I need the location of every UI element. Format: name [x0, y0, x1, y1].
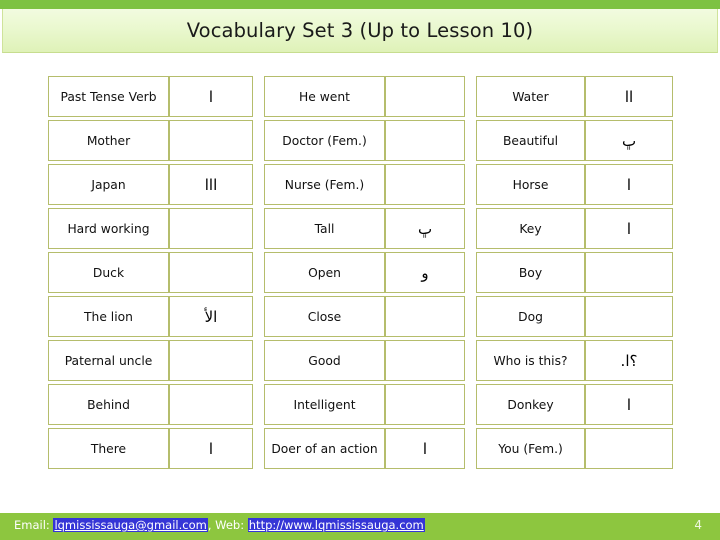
arabic-cell[interactable]: ا — [169, 428, 253, 469]
english-cell[interactable]: Mother — [48, 120, 169, 161]
column-gap — [465, 340, 476, 381]
column-gap — [253, 164, 264, 205]
english-cell[interactable]: Duck — [48, 252, 169, 293]
arabic-cell[interactable] — [169, 384, 253, 425]
table-row: Mother Doctor (Fem.) Beautiful ڀ — [48, 120, 673, 161]
table-row: Japan ااا Nurse (Fem.) Horse ا — [48, 164, 673, 205]
english-cell[interactable]: Doctor (Fem.) — [264, 120, 385, 161]
banner-top-strip — [0, 0, 720, 9]
arabic-cell[interactable] — [385, 76, 465, 117]
page-title: Vocabulary Set 3 (Up to Lesson 10) — [186, 19, 534, 42]
arabic-cell[interactable]: ااا — [169, 164, 253, 205]
column-gap — [465, 76, 476, 117]
arabic-cell[interactable]: الأ — [169, 296, 253, 337]
arabic-cell[interactable] — [385, 120, 465, 161]
arabic-cell[interactable] — [169, 208, 253, 249]
arabic-cell[interactable] — [585, 252, 673, 293]
english-cell[interactable]: He went — [264, 76, 385, 117]
table-row: Behind Intelligent Donkey ا — [48, 384, 673, 425]
arabic-cell[interactable]: ؟ا. — [585, 340, 673, 381]
english-cell[interactable]: Dog — [476, 296, 585, 337]
column-gap — [465, 296, 476, 337]
table-row: Paternal uncle Good Who is this? ؟ا. — [48, 340, 673, 381]
arabic-cell[interactable] — [385, 164, 465, 205]
title-band: Vocabulary Set 3 (Up to Lesson 10) — [2, 9, 718, 53]
column-gap — [465, 164, 476, 205]
english-cell[interactable]: Who is this? — [476, 340, 585, 381]
column-gap — [253, 296, 264, 337]
column-gap — [465, 120, 476, 161]
english-cell[interactable]: Tall — [264, 208, 385, 249]
english-cell[interactable]: Paternal uncle — [48, 340, 169, 381]
english-cell[interactable]: Key — [476, 208, 585, 249]
arabic-cell[interactable]: ڀ — [585, 120, 673, 161]
arabic-cell[interactable]: ا — [385, 428, 465, 469]
english-cell[interactable]: Close — [264, 296, 385, 337]
english-cell[interactable]: Water — [476, 76, 585, 117]
arabic-cell[interactable]: ا — [585, 164, 673, 205]
english-cell[interactable]: There — [48, 428, 169, 469]
arabic-cell[interactable]: اا — [585, 76, 673, 117]
table-row: Hard working Tall ڀ Key ا — [48, 208, 673, 249]
column-gap — [253, 252, 264, 293]
footer-separator: , — [207, 518, 212, 532]
english-cell[interactable]: Nurse (Fem.) — [264, 164, 385, 205]
column-gap — [253, 428, 264, 469]
english-cell[interactable]: Intelligent — [264, 384, 385, 425]
web-label: Web: — [215, 518, 245, 532]
vocab-grid: Past Tense Verb ا He went Water اا Mothe… — [48, 73, 673, 472]
english-cell[interactable]: Open — [264, 252, 385, 293]
arabic-cell[interactable] — [169, 120, 253, 161]
english-cell[interactable]: Horse — [476, 164, 585, 205]
table-row: Past Tense Verb ا He went Water اا — [48, 76, 673, 117]
vocab-body: Past Tense Verb ا He went Water اا Mothe… — [48, 76, 673, 469]
arabic-cell[interactable]: ا — [585, 384, 673, 425]
english-cell[interactable]: Beautiful — [476, 120, 585, 161]
column-gap — [465, 252, 476, 293]
arabic-cell[interactable] — [385, 296, 465, 337]
arabic-cell[interactable] — [585, 296, 673, 337]
page-number: 4 — [694, 518, 702, 532]
email-link[interactable]: lqmississauga@gmail.com — [53, 518, 208, 532]
table-row: There ا Doer of an action ا You (Fem.) — [48, 428, 673, 469]
arabic-cell[interactable]: ا — [169, 76, 253, 117]
table-row: Duck Open و Boy — [48, 252, 673, 293]
english-cell[interactable]: The lion — [48, 296, 169, 337]
arabic-cell[interactable] — [385, 384, 465, 425]
english-cell[interactable]: Donkey — [476, 384, 585, 425]
column-gap — [253, 120, 264, 161]
arabic-cell[interactable]: و — [385, 252, 465, 293]
vocabulary-table: Past Tense Verb ا He went Water اا Mothe… — [48, 73, 673, 472]
arabic-cell[interactable] — [169, 340, 253, 381]
arabic-cell[interactable] — [585, 428, 673, 469]
english-cell[interactable]: Good — [264, 340, 385, 381]
arabic-cell[interactable]: ڀ — [385, 208, 465, 249]
english-cell[interactable]: Japan — [48, 164, 169, 205]
arabic-cell[interactable] — [169, 252, 253, 293]
column-gap — [465, 384, 476, 425]
english-cell[interactable]: Doer of an action — [264, 428, 385, 469]
column-gap — [465, 428, 476, 469]
column-gap — [465, 208, 476, 249]
column-gap — [253, 384, 264, 425]
column-gap — [253, 208, 264, 249]
footer-contact: Email: lqmississauga@gmail.com, Web: htt… — [14, 518, 425, 532]
column-gap — [253, 340, 264, 381]
arabic-cell[interactable] — [385, 340, 465, 381]
website-link[interactable]: http://www.lqmississauga.com — [247, 518, 425, 532]
english-cell[interactable]: Hard working — [48, 208, 169, 249]
footer-bar: Email: lqmississauga@gmail.com, Web: htt… — [0, 513, 720, 540]
arabic-cell[interactable]: ا — [585, 208, 673, 249]
table-row: The lion الأ Close Dog — [48, 296, 673, 337]
english-cell[interactable]: You (Fem.) — [476, 428, 585, 469]
title-banner: Vocabulary Set 3 (Up to Lesson 10) — [0, 0, 720, 58]
english-cell[interactable]: Behind — [48, 384, 169, 425]
english-cell[interactable]: Past Tense Verb — [48, 76, 169, 117]
english-cell[interactable]: Boy — [476, 252, 585, 293]
column-gap — [253, 76, 264, 117]
email-label: Email: — [14, 518, 50, 532]
